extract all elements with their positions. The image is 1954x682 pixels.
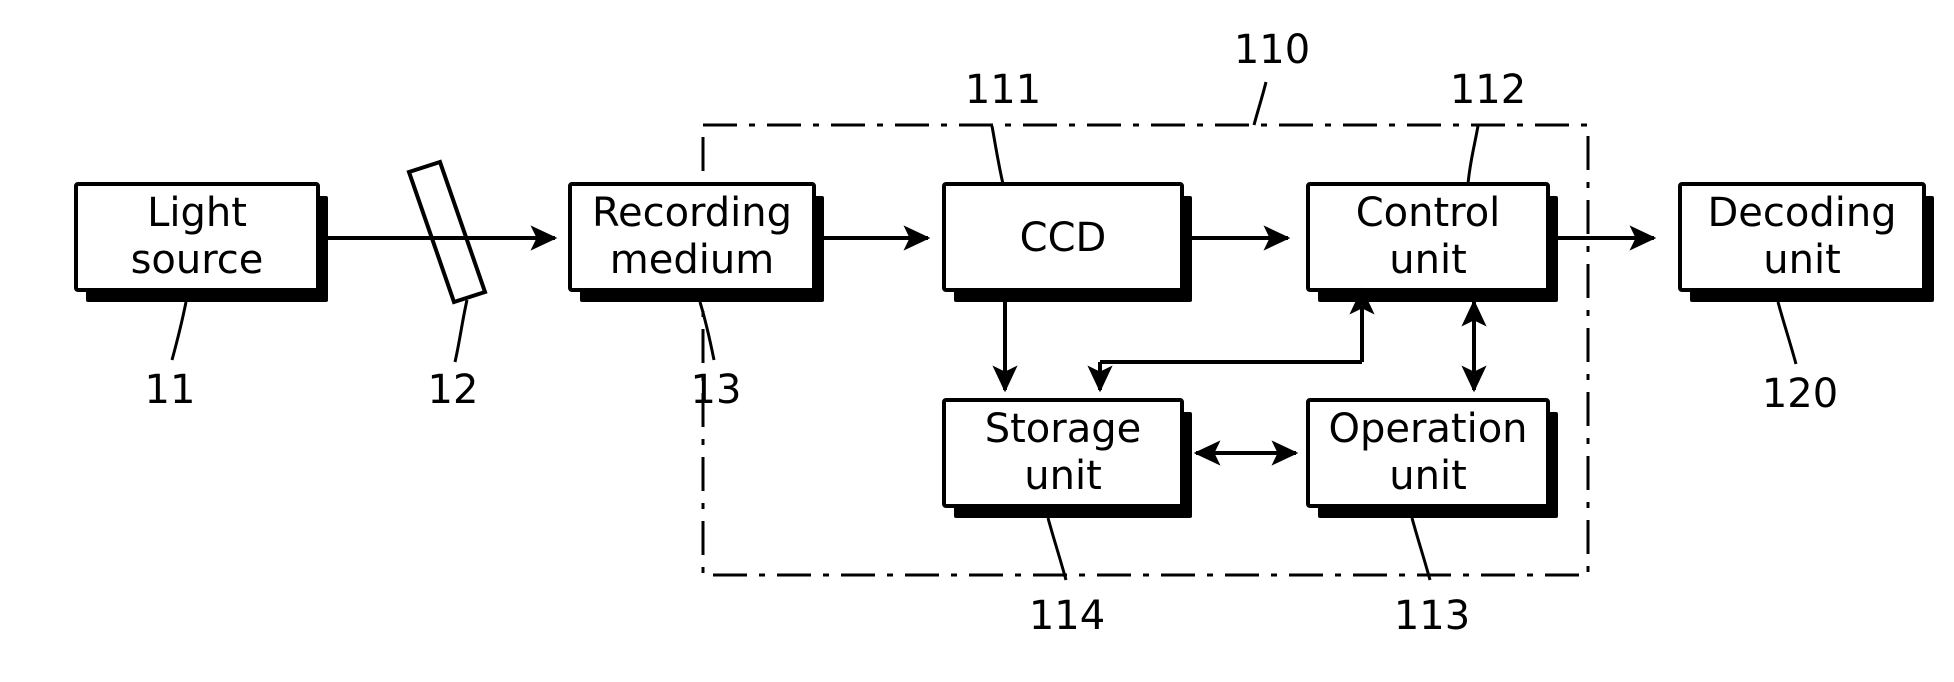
ref-label-mirror: 12 <box>428 367 479 413</box>
mirror-box <box>406 159 488 305</box>
ref-label-decoding-unit: 120 <box>1762 371 1838 417</box>
block-recording-medium: Recording medium <box>568 182 824 302</box>
storage-unit-label-line1: Storage <box>985 406 1142 452</box>
recording-medium-label-line1: Recording <box>592 190 792 236</box>
ref-label-storage-unit: 114 <box>1029 593 1105 639</box>
ccd-leader <box>990 125 1005 185</box>
ccd-label: CCD <box>1020 215 1107 261</box>
decoding-unit-label-line1: Decoding <box>1707 190 1896 236</box>
ref-label-group: 110 <box>1234 27 1310 73</box>
light-source-label-line1: Light <box>147 190 247 236</box>
light-source-label-line2: source <box>131 237 264 283</box>
storage-unit-label-line2: unit <box>1024 453 1102 499</box>
storage-unit-leader <box>1046 517 1068 581</box>
block-storage-unit: Storage unit <box>942 398 1192 518</box>
ref-label-control-unit: 112 <box>1450 67 1526 113</box>
light-source-leader <box>170 301 188 361</box>
operation-unit-label-line1: Operation <box>1328 406 1527 452</box>
block-operation-unit: Operation unit <box>1306 398 1558 518</box>
block-light-source: Light source <box>74 182 328 302</box>
control-unit-label-line1: Control <box>1356 190 1501 236</box>
control-unit-label-line2: unit <box>1389 237 1467 283</box>
group-leader <box>1252 81 1268 126</box>
patent-figure-canvas: Light source 11 12 Recording medium 13 C… <box>0 0 1954 682</box>
block-mirror <box>406 159 488 305</box>
ref-label-recording-medium: 13 <box>691 367 742 413</box>
ref-label-light-source: 11 <box>145 367 196 413</box>
control-unit-leader <box>1466 125 1480 185</box>
decoding-unit-leader <box>1776 301 1798 365</box>
block-decoding-unit: Decoding unit <box>1678 182 1934 302</box>
ref-label-ccd: 111 <box>965 67 1041 113</box>
mirror-leader <box>453 299 469 363</box>
operation-unit-leader <box>1410 517 1432 581</box>
block-control-unit: Control unit <box>1306 182 1558 302</box>
block-diagram-svg: Light source 11 12 Recording medium 13 C… <box>74 27 1934 639</box>
operation-unit-label-line2: unit <box>1389 453 1467 499</box>
decoding-unit-label-line2: unit <box>1763 237 1841 283</box>
ref-label-operation-unit: 113 <box>1394 593 1470 639</box>
block-ccd: CCD <box>942 182 1192 302</box>
recording-medium-label-line2: medium <box>610 237 774 283</box>
